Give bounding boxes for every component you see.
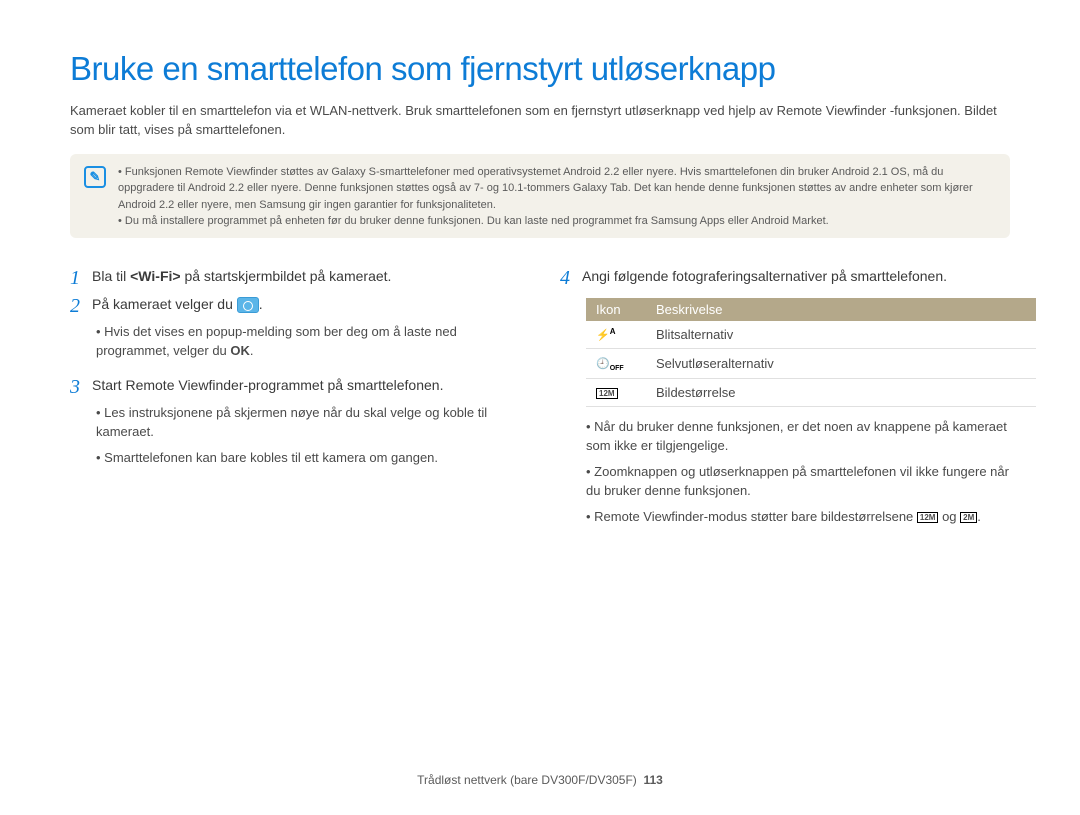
step-text: Bla til <Wi-Fi> på startskjermbildet på … — [92, 266, 391, 286]
step-3: 3 Start Remote Viewfinder-programmet på … — [70, 375, 520, 399]
table-header-icon: Ikon — [586, 298, 646, 321]
page-number: 113 — [643, 773, 662, 787]
intro-paragraph: Kameraet kobler til en smarttelefon via … — [70, 102, 1010, 140]
step-number: 4 — [560, 266, 574, 290]
list-item: Zoomknappen og utløserknappen på smartte… — [586, 462, 1010, 501]
step-text-pre: På kameraet velger du — [92, 296, 237, 312]
flash-icon: ⚡A — [586, 321, 646, 349]
two-column-layout: 1 Bla til <Wi-Fi> på startskjermbildet p… — [70, 266, 1010, 541]
resolution-icon-12m: 12M — [917, 512, 939, 524]
step-text-post: . — [259, 296, 263, 312]
table-row: 12M Bildestørrelse — [586, 378, 1036, 406]
left-column: 1 Bla til <Wi-Fi> på startskjermbildet p… — [70, 266, 520, 541]
step-number: 3 — [70, 375, 84, 399]
table-header-desc: Beskrivelse — [646, 298, 1036, 321]
footer-text: Trådløst nettverk (bare DV300F/DV305F) — [417, 773, 637, 787]
step-text: Angi følgende fotograferingsalternativer… — [582, 266, 947, 286]
step-number: 1 — [70, 266, 84, 290]
resolution-icon-2m: 2M — [960, 512, 977, 524]
table-header-row: Ikon Beskrivelse — [586, 298, 1036, 321]
list-item: Smarttelefonen kan bare kobles til ett k… — [96, 448, 520, 468]
page-title: Bruke en smarttelefon som fjernstyrt utl… — [70, 50, 1010, 88]
note-item: Funksjonen Remote Viewfinder støttes av … — [118, 164, 996, 214]
step-2-bullets: Hvis det vises en popup-melding som ber … — [96, 322, 520, 361]
step-1: 1 Bla til <Wi-Fi> på startskjermbildet p… — [70, 266, 520, 290]
note-list: Funksjonen Remote Viewfinder støttes av … — [118, 164, 996, 230]
right-column: 4 Angi følgende fotograferingsalternativ… — [560, 266, 1010, 541]
page-footer: Trådløst nettverk (bare DV300F/DV305F) 1… — [0, 773, 1080, 787]
list-item: Når du bruker denne funksjonen, er det n… — [586, 417, 1010, 456]
step-text: På kameraet velger du . — [92, 294, 263, 314]
step-4-bullets: Når du bruker denne funksjonen, er det n… — [586, 417, 1010, 527]
step-number: 2 — [70, 294, 84, 318]
step-2: 2 På kameraet velger du . — [70, 294, 520, 318]
note-box: ✎ Funksjonen Remote Viewfinder støttes a… — [70, 154, 1010, 238]
note-item: Du må installere programmet på enheten f… — [118, 213, 996, 230]
list-item: Remote Viewfinder-modus støtter bare bil… — [586, 507, 1010, 527]
selftimer-icon: 🕘OFF — [586, 348, 646, 378]
step-text-bold: <Wi-Fi> — [130, 268, 180, 284]
step-4: 4 Angi følgende fotograferingsalternativ… — [560, 266, 1010, 290]
resolution-icon: 12M — [586, 378, 646, 406]
step-text-pre: Bla til — [92, 268, 130, 284]
note-icon: ✎ — [84, 166, 106, 188]
step-text-post: på startskjermbildet på kameraet. — [181, 268, 392, 284]
step-3-bullets: Les instruksjonene på skjermen nøye når … — [96, 403, 520, 468]
options-table: Ikon Beskrivelse ⚡A Blitsalternativ 🕘OFF… — [586, 298, 1036, 407]
table-row: 🕘OFF Selvutløseralternativ — [586, 348, 1036, 378]
list-item: Les instruksjonene på skjermen nøye når … — [96, 403, 520, 442]
table-cell: Blitsalternativ — [646, 321, 1036, 349]
table-row: ⚡A Blitsalternativ — [586, 321, 1036, 349]
table-cell: Selvutløseralternativ — [646, 348, 1036, 378]
step-text: Start Remote Viewfinder-programmet på sm… — [92, 375, 443, 395]
list-item: Hvis det vises en popup-melding som ber … — [96, 322, 520, 361]
table-cell: Bildestørrelse — [646, 378, 1036, 406]
remote-viewfinder-icon — [237, 297, 259, 313]
page: Bruke en smarttelefon som fjernstyrt utl… — [0, 0, 1080, 560]
